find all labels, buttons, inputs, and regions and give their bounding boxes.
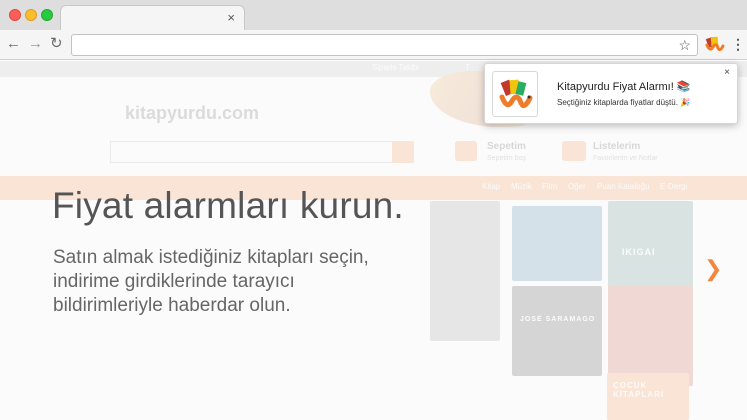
nav-item-puan-katalogu[interactable]: Puan Kataloğu bbox=[597, 182, 650, 191]
kids-books-banner[interactable]: ÇOCUK KİTAPLARI bbox=[607, 373, 689, 420]
notification-message: Seçtiğiniz kitaplarda fiyatlar düştü. 🎉 bbox=[557, 98, 691, 107]
book-author: JOSÉ SARAMAGO bbox=[520, 316, 596, 323]
reload-icon[interactable]: ↻ bbox=[50, 36, 63, 52]
notification-title: Kitapyurdu Fiyat Alarmı! 📚 bbox=[557, 81, 691, 93]
cart-label[interactable]: Sepetim bbox=[487, 141, 526, 152]
back-icon[interactable]: ← bbox=[6, 36, 21, 52]
order-tracking-link[interactable]: Siparis Takibi bbox=[372, 63, 419, 72]
book-cover[interactable] bbox=[430, 201, 500, 341]
nav-item-film[interactable]: Film bbox=[542, 182, 557, 191]
cart-sub: Sepetim boş bbox=[487, 155, 526, 162]
browser-tab-bar: × bbox=[0, 0, 747, 31]
site-logo[interactable]: kitapyurdu.com bbox=[125, 103, 259, 124]
notification-close-icon[interactable]: × bbox=[724, 68, 730, 78]
price-alert-notification[interactable]: Kitapyurdu Fiyat Alarmı! 📚 Seçtiğiniz ki… bbox=[484, 63, 738, 124]
lists-icon[interactable] bbox=[562, 141, 586, 161]
book-cover[interactable] bbox=[512, 206, 602, 281]
browser-tab[interactable]: × bbox=[60, 5, 245, 31]
hero-title: Fiyat alarmları kurun. bbox=[52, 185, 404, 226]
hero-line: bildirimleriyle haberdar olun. bbox=[53, 295, 291, 316]
lists-label[interactable]: Listelerim bbox=[593, 141, 640, 152]
window-minimize-button[interactable] bbox=[25, 9, 37, 21]
site-search-button[interactable] bbox=[392, 141, 414, 163]
hero-line: Satın almak istediğiniz kitapları seçin, bbox=[53, 247, 369, 268]
window-close-button[interactable] bbox=[9, 9, 21, 21]
kitapyurdu-extension-icon[interactable] bbox=[705, 35, 725, 55]
forward-icon[interactable]: → bbox=[28, 36, 43, 52]
address-bar[interactable]: ☆ bbox=[71, 34, 698, 56]
tab-close-icon[interactable]: × bbox=[227, 11, 235, 25]
lists-sub: Favorilerim ve Notlar bbox=[593, 155, 658, 162]
book-cover-saramago[interactable]: JOSÉ SARAMAGO bbox=[512, 286, 602, 376]
kitapyurdu-worm-icon bbox=[499, 79, 533, 108]
nav-item-e-dergi[interactable]: E-Dergi bbox=[660, 182, 687, 191]
site-search-input[interactable] bbox=[110, 141, 410, 163]
hero-line: indirime girdiklerinde tarayıcı bbox=[53, 271, 295, 292]
notification-icon bbox=[492, 71, 538, 117]
nav-item-muzik[interactable]: Müzik bbox=[511, 182, 532, 191]
carousel-next-icon[interactable]: ❯ bbox=[704, 256, 722, 282]
nav-item-oger[interactable]: Oğer bbox=[568, 182, 586, 191]
window-maximize-button[interactable] bbox=[41, 9, 53, 21]
bookmark-star-icon[interactable]: ☆ bbox=[678, 37, 691, 53]
browser-toolbar: ← → ↻ ☆ ⋮ bbox=[0, 30, 747, 60]
kids-books-label: ÇOCUK KİTAPLARI bbox=[613, 381, 665, 399]
hero-description: Satın almak istediğiniz kitapları seçin,… bbox=[53, 246, 413, 318]
cart-icon[interactable] bbox=[455, 141, 477, 161]
browser-menu-icon[interactable]: ⋮ bbox=[731, 36, 745, 52]
nav-item-kitap[interactable]: Kitap bbox=[482, 182, 500, 191]
book-title: IKIGAI bbox=[622, 247, 656, 257]
book-cover[interactable] bbox=[608, 286, 693, 386]
